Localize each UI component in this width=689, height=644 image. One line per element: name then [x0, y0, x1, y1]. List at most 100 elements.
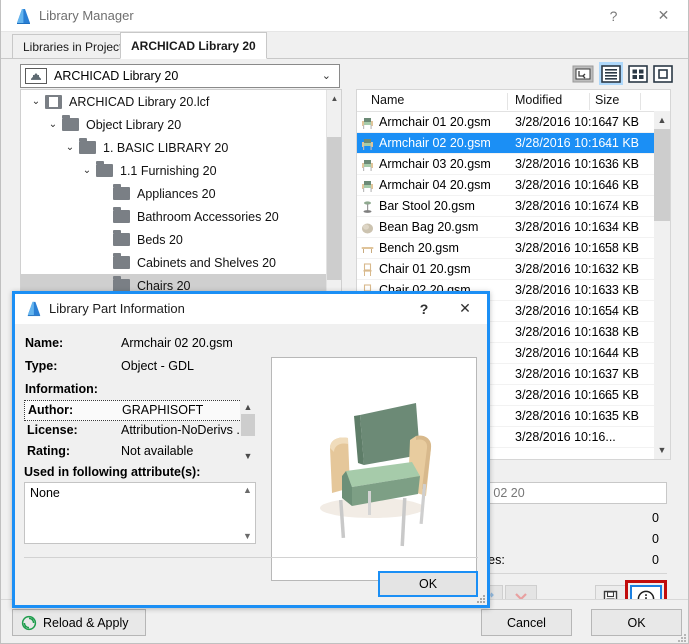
cell-size: 54 KB	[604, 304, 639, 318]
column-header-name[interactable]: Name	[371, 93, 404, 107]
scroll-up-icon[interactable]: ▲	[654, 111, 670, 129]
resize-grip[interactable]	[677, 632, 687, 642]
reload-and-apply-label: Reload & Apply	[43, 615, 129, 630]
cell-size: 44 KB	[604, 346, 639, 360]
grid-view-icon[interactable]	[626, 62, 650, 85]
chevron-down-icon[interactable]: ⌄	[61, 136, 79, 159]
window-help-button[interactable]: ?	[591, 0, 636, 31]
table-row[interactable]: Chair 01 20.gsm 3/28/2016 10:16... 32 KB	[357, 259, 670, 280]
scroll-down-icon[interactable]: ▼	[654, 441, 670, 459]
scroll-down-icon[interactable]: ▼	[240, 449, 256, 463]
tree-item[interactable]: ⌄ 1. BASIC LIBRARY 20	[21, 136, 341, 159]
information-scrollbar[interactable]: ▲ ▼	[240, 400, 256, 463]
dialog-close-button[interactable]: ✕	[447, 294, 483, 323]
armchair-thumb	[360, 115, 375, 130]
part-name-field[interactable]: ir 02 20	[477, 482, 667, 504]
tree-item-label: Cabinets and Shelves 20	[137, 255, 276, 270]
large-icon-view-icon[interactable]	[651, 62, 675, 85]
scroll-down-icon[interactable]: ▼	[240, 529, 255, 543]
folder-icon	[113, 253, 130, 269]
cell-size: 34 KB	[604, 220, 639, 234]
stat-value-3: 0	[652, 553, 659, 567]
cell-name: Armchair 03 20.gsm	[379, 157, 491, 171]
attributes-scrollbar[interactable]: ▲ ▼	[240, 483, 255, 543]
dialog-body: Name: Armchair 02 20.gsm Type: Object - …	[15, 324, 487, 605]
tree-item[interactable]: Cabinets and Shelves 20	[21, 251, 341, 274]
list-column-headers: Name Modified Size	[357, 90, 670, 112]
beanbag-thumb	[360, 220, 375, 235]
attributes-list[interactable]: None ▲ ▼	[24, 482, 256, 544]
tree-item[interactable]: Bathroom Accessories 20	[21, 205, 341, 228]
table-row[interactable]: Bean Bag 20.gsm 3/28/2016 10:16... 34 KB	[357, 217, 670, 238]
dialog-ok-button[interactable]: OK	[378, 571, 478, 597]
go-up-folder-icon[interactable]	[571, 62, 595, 85]
information-list[interactable]: Author: GRAPHISOFT License: Attribution-NoD…	[24, 400, 256, 463]
tree-item[interactable]: Appliances 20	[21, 182, 341, 205]
folder-icon	[113, 207, 130, 223]
tree-item[interactable]: ⌄ 1.1 Furnishing 20	[21, 159, 341, 182]
library-folder-icon	[25, 68, 47, 84]
table-row[interactable]: Bench 20.gsm 3/28/2016 10:16... 58 KB	[357, 238, 670, 259]
cell-name: Bar Stool 20.gsm	[379, 199, 475, 213]
table-row[interactable]: Bar Stool 20.gsm 3/28/2016 10:16... 74 KB	[357, 196, 670, 217]
cancel-button[interactable]: Cancel	[481, 609, 572, 636]
window-close-button[interactable]: ✕	[641, 0, 686, 31]
chevron-down-icon[interactable]: ⌄	[78, 159, 96, 182]
column-header-size[interactable]: Size	[595, 93, 619, 107]
cell-size: 33 KB	[604, 283, 639, 297]
information-row[interactable]: Rating: Not available	[24, 442, 256, 463]
stat-value-2: 0	[652, 532, 659, 546]
library-select-combo[interactable]: ARCHICAD Library 20 ⌄	[20, 64, 340, 88]
cell-size: 37 KB	[604, 367, 639, 381]
tab-archicad-library-20[interactable]: ARCHICAD Library 20	[120, 32, 267, 59]
tree-item[interactable]: Beds 20	[21, 228, 341, 251]
stat-value-1: 0	[652, 511, 659, 525]
scroll-up-icon[interactable]: ▲	[327, 90, 341, 106]
reload-and-apply-button[interactable]: Reload & Apply	[12, 609, 146, 636]
tree-item-label: ARCHICAD Library 20.lcf	[69, 94, 210, 109]
armchair-thumb	[360, 136, 375, 151]
scrollbar-thumb[interactable]	[241, 414, 255, 436]
library-tree-scrollbar[interactable]: ▲	[326, 90, 341, 302]
tree-item[interactable]: ⌄ ARCHICAD Library 20.lcf	[21, 90, 341, 113]
library-tree-rows: ⌄ ARCHICAD Library 20.lcf ⌄ Object Library …	[21, 90, 341, 302]
cell-size: 47 KB	[604, 115, 639, 129]
scrollbar-thumb[interactable]	[654, 129, 670, 221]
list-view-icon[interactable]	[599, 62, 623, 85]
name-value: Armchair 02 20.gsm	[121, 336, 233, 350]
cell-modified: 3/28/2016 10:16...	[515, 430, 616, 444]
table-row[interactable]: Armchair 02 20.gsm 3/28/2016 10:16... 41 K…	[357, 133, 670, 154]
information-value: Attribution-NoDerivs ...	[121, 423, 247, 437]
cell-size: 74 KB	[604, 199, 639, 213]
table-row[interactable]: Armchair 04 20.gsm 3/28/2016 10:16... 46 K…	[357, 175, 670, 196]
tab-libraries-in-project[interactable]: Libraries in Project	[12, 34, 134, 59]
tree-item-label: 1. BASIC LIBRARY 20	[103, 140, 229, 155]
scroll-up-icon[interactable]: ▲	[240, 483, 255, 497]
dialog-help-button[interactable]: ?	[406, 294, 442, 323]
scrollbar-thumb[interactable]	[327, 137, 341, 280]
table-row[interactable]: Armchair 03 20.gsm 3/28/2016 10:16... 36 K…	[357, 154, 670, 175]
library-part-information-dialog: Library Part Information ? ✕ Name: Armch…	[12, 291, 490, 608]
tabstrip: Libraries in Project ARCHICAD Library 20	[1, 32, 688, 59]
armchair-thumb	[360, 178, 375, 193]
dialog-resize-grip[interactable]	[475, 593, 486, 604]
chevron-down-icon[interactable]: ⌄	[27, 90, 45, 113]
column-header-modified[interactable]: Modified	[515, 93, 562, 107]
information-row[interactable]: License: Attribution-NoDerivs ...	[24, 421, 256, 442]
tree-item[interactable]: ⌄ Object Library 20	[21, 113, 341, 136]
library-tree[interactable]: ⌄ ARCHICAD Library 20.lcf ⌄ Object Library …	[20, 89, 342, 303]
view-mode-toolbar	[571, 62, 676, 86]
ok-button[interactable]: OK	[591, 609, 682, 636]
table-row[interactable]: Armchair 01 20.gsm 3/28/2016 10:16... 47 K…	[357, 112, 670, 133]
barstool-thumb	[360, 199, 375, 214]
cell-size: 46 KB	[604, 178, 639, 192]
list-scrollbar[interactable]: ▲ ▼	[654, 111, 670, 459]
information-row[interactable]: Author: GRAPHISOFT	[24, 400, 256, 421]
scroll-up-icon[interactable]: ▲	[240, 400, 256, 414]
cell-name: Armchair 04 20.gsm	[379, 178, 491, 192]
name-label: Name:	[25, 336, 64, 350]
chevron-down-icon[interactable]: ⌄	[44, 113, 62, 136]
information-rows: Author: GRAPHISOFT License: Attribution-NoD…	[24, 400, 256, 463]
library-manager-window: Library Manager ? ✕ Libraries in Project…	[0, 0, 689, 644]
